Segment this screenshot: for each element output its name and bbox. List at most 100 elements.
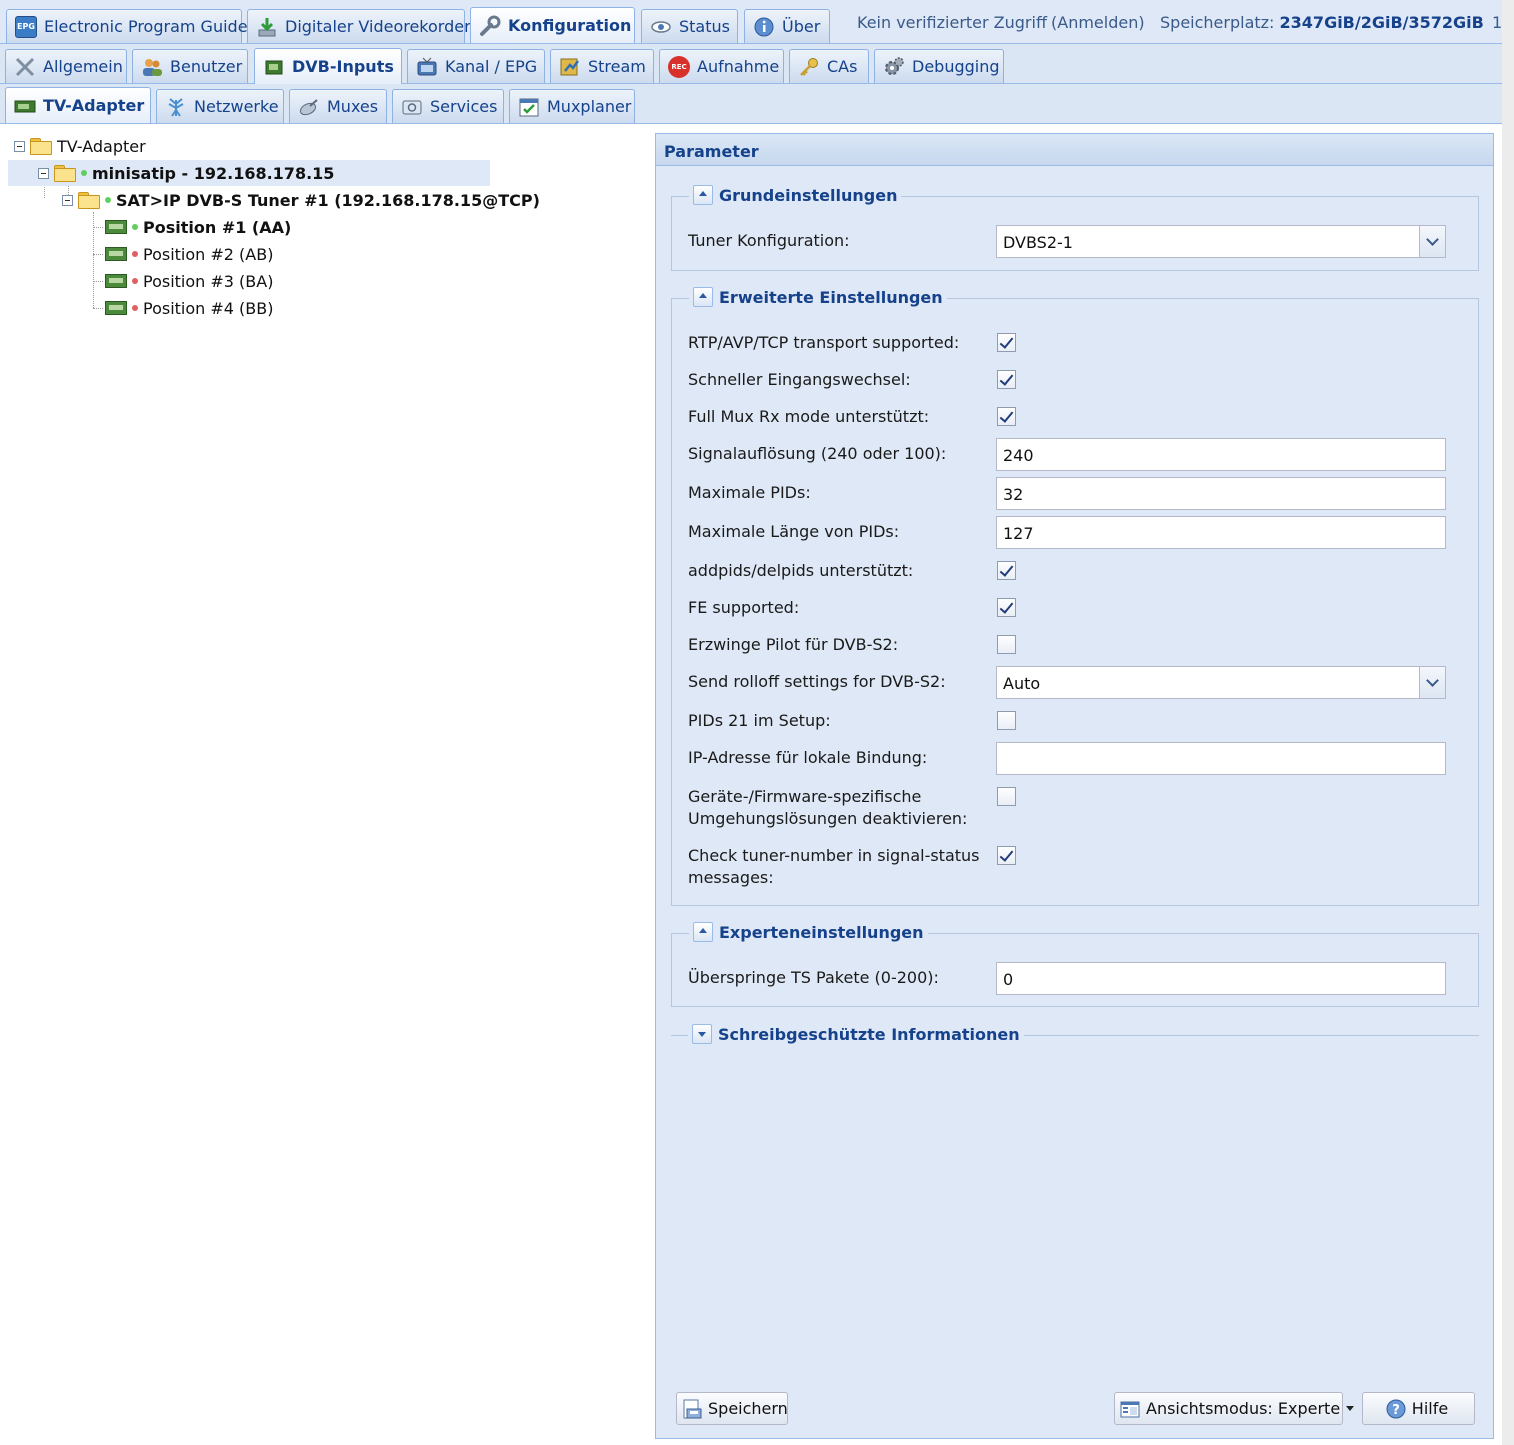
tab-konfiguration[interactable]: Konfiguration [470,7,635,43]
tuner-config-label: Tuner Konfiguration: [688,231,850,250]
adapter-tree: TV-Adapter minisatip - 192.168.178.15 SA… [0,126,650,1445]
login-link[interactable]: (Anmelden) [1051,13,1145,32]
tab-tv-adapter[interactable]: TV-Adapter [5,87,151,123]
antenna-icon [165,96,187,118]
fieldset-legend: Grundeinstellungen [689,185,902,205]
skip-ts-input[interactable]: 0 [996,962,1446,995]
pids21-label: PIDs 21 im Setup: [688,711,831,730]
pids21-checkbox[interactable] [997,711,1016,730]
tab-kanal-epg[interactable]: Kanal / EPG [407,49,545,83]
tab-services[interactable]: Services [392,89,504,123]
tree-node-position[interactable]: Position #1 (AA) [105,214,291,240]
save-button[interactable]: Speichern [676,1392,788,1425]
pilot-label: Erzwinge Pilot für DVB-S2: [688,635,899,654]
epg-icon: EPG [15,15,37,38]
collapse-toggle-icon[interactable] [693,185,713,205]
services-icon [401,96,423,118]
skip-ts-label: Überspringe TS Pakete (0-200): [688,968,939,987]
chevron-down-icon[interactable] [1419,667,1445,698]
tab-dvb-inputs[interactable]: DVB-Inputs [254,48,402,84]
fieldset-legend: Schreibgeschützte Informationen [688,1024,1024,1044]
tuner-number-checkbox[interactable] [997,846,1016,865]
max-pids-label: Maximale PIDs: [688,483,811,502]
tab-ueber[interactable]: Über [744,9,830,43]
tab-benutzer[interactable]: Benutzer [132,49,248,83]
tree-node-position[interactable]: Position #3 (BA) [105,268,273,294]
pilot-checkbox[interactable] [997,635,1016,654]
fieldset-legend: Erweiterte Einstellungen [689,287,947,307]
tv-card-icon [105,220,127,234]
tab-electronic-program-guide[interactable]: EPG Electronic Program Guide [6,9,248,43]
status-ok-icon [105,197,111,203]
dropdown-arrow-icon [1346,1406,1355,1411]
tree-node-tuner[interactable]: SAT>IP DVB-S Tuner #1 (192.168.178.15@TC… [62,187,540,213]
max-pids-input[interactable]: 32 [996,477,1446,510]
fieldset-expert: Experteneinstellungen Überspringe TS Pak… [671,922,1479,1007]
collapse-icon[interactable] [14,140,25,152]
expand-toggle-icon[interactable] [692,1024,712,1044]
view-mode-button[interactable]: Ansichtsmodus: Experte [1114,1392,1355,1425]
eye-icon [650,16,672,38]
save-icon [681,1398,703,1420]
full-mux-checkbox[interactable] [997,407,1016,426]
tv-card-icon [14,95,36,117]
workarounds-checkbox[interactable] [997,787,1016,806]
fieldset-readonly: Schreibgeschützte Informationen [671,1024,1479,1044]
tv-card-icon [105,301,127,315]
fieldset-legend: Experteneinstellungen [689,922,928,942]
fe-checkbox[interactable] [997,598,1016,617]
collapse-icon[interactable] [38,167,49,179]
tree-connector [93,227,103,228]
tree-node-root[interactable]: TV-Adapter [14,133,146,159]
status-ok-icon [132,224,138,230]
parameter-panel: Parameter Grundeinstellungen Tuner Konfi… [655,133,1494,1439]
folder-icon [78,192,100,209]
tools-icon [14,56,36,78]
tree-node-device[interactable]: minisatip - 192.168.178.15 [8,160,490,186]
tab-cas[interactable]: CAs [789,49,869,83]
download-icon [256,16,278,38]
tab-aufnahme[interactable]: REC Aufnahme [659,49,784,83]
tab-digitaler-videorekorder[interactable]: Digitaler Videorekorder [247,9,471,43]
rolloff-select[interactable]: Auto [996,666,1446,699]
signal-res-input[interactable]: 240 [996,438,1446,471]
rolloff-label: Send rolloff settings for DVB-S2: [688,672,946,691]
tuner-config-select[interactable]: DVBS2-1 [996,225,1446,258]
chevron-down-icon[interactable] [1419,226,1445,257]
workarounds-label: Geräte-/Firmware-spezifische Umgehungslö… [688,787,968,828]
config-tab-bar: Allgemein Benutzer DVB-Inputs Kanal / EP… [0,44,1502,84]
fast-switch-checkbox[interactable] [997,370,1016,389]
max-pid-len-label: Maximale Länge von PIDs: [688,522,900,541]
tab-allgemein[interactable]: Allgemein [5,49,127,83]
info-icon [753,16,775,38]
max-pid-len-input[interactable]: 127 [996,516,1446,549]
tv-card-icon [105,274,127,288]
tab-status[interactable]: Status [641,9,738,43]
key-icon [798,56,820,78]
collapse-icon[interactable] [62,194,73,206]
storage-info: Speicherplatz: 2347GiB/2GiB/3572GiB [1160,13,1484,32]
tree-node-position[interactable]: Position #2 (AB) [105,241,273,267]
tv-card-icon [105,247,127,261]
collapse-toggle-icon[interactable] [693,922,713,942]
help-icon: ? [1385,1398,1407,1420]
full-mux-label: Full Mux Rx mode unterstützt: [688,407,930,426]
tab-muxplaner[interactable]: Muxplaner [509,89,635,123]
collapse-toggle-icon[interactable] [693,287,713,307]
tree-node-position[interactable]: Position #4 (BB) [105,295,274,321]
ip-bind-input[interactable] [996,742,1446,775]
help-button[interactable]: ? Hilfe [1362,1392,1475,1425]
tab-stream[interactable]: Stream [550,49,654,83]
users-icon [141,56,163,78]
tab-muxes[interactable]: Muxes [289,89,387,123]
tree-connector [93,308,103,309]
access-status: Kein verifizierter Zugriff [857,13,1047,32]
folder-icon [54,165,76,182]
tv-card-icon [263,56,285,78]
wrench-icon [479,15,501,37]
tab-netzwerke[interactable]: Netzwerke [156,89,284,123]
ip-bind-label: IP-Adresse für lokale Bindung: [688,748,928,767]
tab-debugging[interactable]: Debugging [874,49,1004,83]
rtp-checkbox[interactable] [997,333,1016,352]
addpids-checkbox[interactable] [997,561,1016,580]
